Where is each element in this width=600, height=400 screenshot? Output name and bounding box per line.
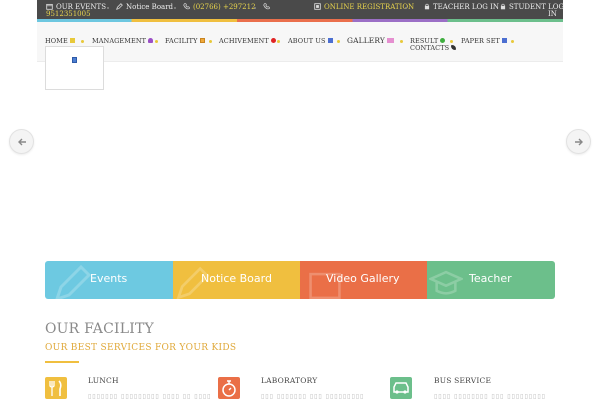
phone-link[interactable]: (02766) +297212 (183, 3, 256, 11)
separator-dot (405, 7, 407, 9)
gallery-icon (386, 38, 394, 43)
nav-item-label: HOME (45, 37, 68, 45)
mobile-number[interactable]: 9512351005 (46, 10, 91, 18)
tile-label: Video Gallery (326, 272, 400, 285)
info-icon (327, 38, 333, 43)
broken-image-icon (72, 57, 77, 63)
pencil-icon (55, 264, 92, 299)
nav-item-label: GALLERY (347, 36, 385, 45)
stopwatch-icon (222, 380, 236, 397)
section-title: OUR FACILITY (45, 321, 154, 337)
fork-knife-icon (49, 380, 62, 396)
lock-icon (424, 3, 430, 10)
teacher-login-link[interactable]: TEACHER LOG IN (424, 3, 499, 11)
separator-dot (493, 7, 495, 9)
teacher-login-label: TEACHER LOG IN (433, 3, 499, 11)
video-gallery-tile[interactable]: Video Gallery (300, 261, 428, 299)
lunch-service-icon (45, 377, 67, 399)
phone-icon (183, 3, 190, 10)
section-divider (45, 361, 79, 363)
logo[interactable] (45, 46, 104, 90)
service-description: ▯▯▯▯ ▯▯▯▯▯▯▯▯ ▯▯▯ ▯▯▯▯▯▯▯▯▯ (434, 393, 546, 400)
paper-icon (501, 38, 507, 43)
registration-icon (314, 3, 321, 10)
nav-item-facility[interactable]: FACILITY (165, 37, 205, 45)
notice-board-tile[interactable]: Notice Board (173, 261, 301, 299)
phone-label: (02766) +297212 (193, 3, 256, 11)
online-registration-label: ONLINE REGISTRATION (324, 3, 415, 11)
service-title: LABORATORY (261, 376, 318, 385)
separator-dot (254, 7, 256, 9)
notice-board-link[interactable]: Notice Board (116, 3, 173, 11)
arrow-left-icon (18, 138, 26, 146)
nav-item-label: ACHIVEMENT (219, 37, 269, 45)
nav-item-home[interactable]: HOME (45, 37, 75, 45)
tile-label: Events (90, 272, 128, 285)
home-icon (69, 38, 75, 43)
notice-board-label: Notice Board (126, 3, 174, 11)
service-title: LUNCH (88, 376, 119, 385)
student-login-label-line2[interactable]: IN (548, 10, 557, 18)
nav-item-management[interactable]: MANAGEMENT (92, 37, 154, 45)
nav-item-label: PAPER SET (461, 37, 500, 45)
online-registration-link[interactable]: ONLINE REGISTRATION (314, 3, 414, 11)
slider-next-button[interactable] (566, 129, 591, 154)
nav-separator (450, 40, 453, 43)
result-icon (440, 38, 446, 43)
graduation-cap-icon (429, 270, 463, 295)
nav-separator (81, 40, 84, 43)
user-icon (148, 38, 154, 43)
slider-prev-button[interactable] (9, 129, 34, 154)
mobile-icon-link[interactable] (263, 3, 273, 11)
nav-separator (155, 40, 158, 43)
nav-separator (337, 40, 340, 43)
separator-dot (174, 7, 176, 9)
bus-service-icon (390, 377, 412, 399)
pencil-icon (116, 3, 123, 10)
service-description: ▯▯▯ ▯▯▯▯▯▯▯ ▯▯▯ ▯▯▯▯▯▯▯▯▯ (261, 393, 365, 400)
nav-item-label: ABOUT US (288, 37, 326, 45)
phone-icon (263, 3, 270, 10)
nav-item-paper-set[interactable]: PAPER SET (461, 37, 507, 45)
service-description: ▯▯▯▯▯▯▯ ▯▯▯▯▯▯▯▯▯ ▯▯▯▯ ▯▯ ▯▯▯▯ (88, 393, 212, 400)
nav-item-label: MANAGEMENT (92, 37, 147, 45)
facility-icon (199, 38, 205, 43)
nav-item-about-us[interactable]: ABOUT US (288, 37, 333, 45)
events-tile[interactable]: Events (45, 261, 173, 299)
trophy-icon (270, 38, 276, 43)
tile-label: Teacher (469, 272, 512, 285)
nav-item-label: CONTACTS (410, 44, 450, 52)
nav-item-achivement[interactable]: ACHIVEMENT (219, 37, 276, 45)
section-subtitle: OUR BEST SERVICES FOR YOUR KIDS (45, 343, 237, 353)
arrow-right-icon (575, 138, 583, 146)
tile-label: Notice Board (201, 272, 272, 285)
separator-dot (107, 7, 109, 9)
calendar-icon (46, 3, 53, 10)
nav-separator (511, 40, 514, 43)
bus-icon (393, 382, 409, 394)
nav-separator (400, 40, 403, 43)
nav-item-label: FACILITY (165, 37, 198, 45)
lock-icon (500, 3, 506, 10)
nav-item-gallery[interactable]: GALLERY (347, 36, 394, 45)
nav-separator (209, 40, 212, 43)
nav-separator (277, 40, 280, 43)
service-title: BUS SERVICE (434, 376, 492, 385)
nav-item-contacts[interactable]: CONTACTS (410, 44, 457, 52)
phone-icon (451, 45, 457, 50)
laboratory-service-icon (218, 377, 240, 399)
teacher-tile[interactable]: Teacher (427, 261, 555, 299)
